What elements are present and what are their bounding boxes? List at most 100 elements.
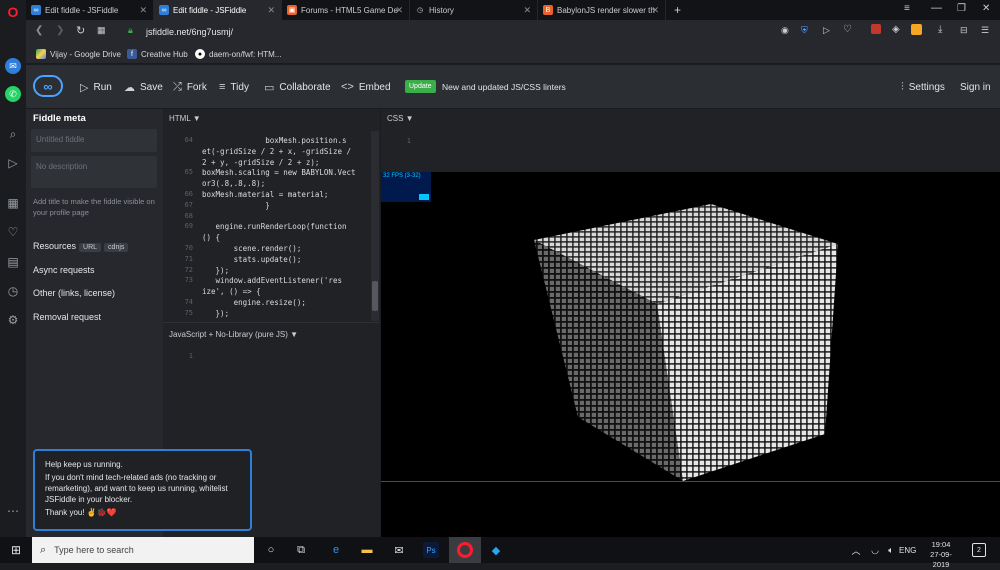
send-icon[interactable]: ▷ <box>5 155 21 171</box>
bookmark-item[interactable]: Vijay - Google Drive <box>36 47 121 61</box>
browser-tab[interactable]: B BabylonJS render slower th ✕ <box>538 0 666 20</box>
back-icon[interactable]: ❮ <box>35 25 43 36</box>
close-icon[interactable]: ✕ <box>139 5 147 16</box>
removal-request-link[interactable]: Removal request <box>33 312 101 322</box>
code-line[interactable]: engine.runRenderLoop(function <box>202 222 347 231</box>
signin-link[interactable]: Sign in <box>960 80 991 94</box>
toggle-icon[interactable]: ⊟ <box>960 25 968 36</box>
code-line[interactable]: window.addEventListener('res <box>202 276 342 285</box>
cortana-icon[interactable]: ○ <box>263 542 279 558</box>
settings-icon[interactable]: ⚙ <box>5 312 21 328</box>
code-line[interactable]: engine.resize(); <box>202 298 306 307</box>
code-line[interactable]: scene.render(); <box>202 244 302 253</box>
bookmark-item[interactable]: ● daem-on/fwf: HTM... <box>195 47 281 61</box>
other-links-link[interactable]: Other (links, license) <box>33 288 115 298</box>
easy-setup-icon[interactable]: ☰ <box>981 25 989 36</box>
edge-icon[interactable]: e <box>328 542 344 558</box>
code-line[interactable]: et(-gridSize / 2 + x, -gridSize / <box>202 147 351 156</box>
code-line[interactable]: 2 + y, -gridSize / 2 + z); <box>202 158 319 167</box>
file-explorer-icon[interactable]: ▬ <box>359 542 375 558</box>
close-icon[interactable]: ✕ <box>651 5 659 16</box>
bookmark-item[interactable]: f Creative Hub <box>127 47 188 61</box>
html-panel-label[interactable]: HTML ▼ <box>169 114 201 123</box>
reload-icon[interactable]: ↻ <box>76 24 85 37</box>
chevron-up-icon[interactable]: ︿ <box>848 542 864 558</box>
code-line[interactable]: } <box>202 201 270 210</box>
code-line[interactable]: stats.update(); <box>202 255 302 264</box>
notification-icon[interactable]: 2 <box>972 543 986 557</box>
title-input[interactable]: Untitled fiddle <box>31 129 157 152</box>
browser-tab-active[interactable]: ∞ Edit fiddle - JSFiddle ✕ <box>154 0 282 20</box>
download-icon[interactable]: ⤓ <box>938 24 942 35</box>
more-icon[interactable]: ⋯ <box>5 503 21 519</box>
code-line[interactable]: boxMesh.material = material; <box>202 190 328 199</box>
result-canvas[interactable]: 32 FPS (3-32) <box>381 172 1000 537</box>
mail-icon[interactable]: ✉ <box>391 542 407 558</box>
taskbar-search[interactable]: ⌕ Type here to search <box>32 537 254 563</box>
collaborate-button[interactable]: ▭ Collaborate <box>264 80 331 94</box>
close-icon[interactable]: ✕ <box>523 5 531 16</box>
tabs-overview-icon[interactable]: ▦ <box>97 25 106 36</box>
adblock-icon[interactable]: ⛨ <box>801 25 808 36</box>
task-view-icon[interactable]: ⧉ <box>293 542 309 558</box>
extension-icon[interactable] <box>871 24 881 34</box>
history-icon[interactable]: ◷ <box>5 283 21 299</box>
close-window-icon[interactable]: ✕ <box>982 3 990 14</box>
html-panel[interactable]: HTML ▼ 64 boxMesh.position.s et(-gridSize… <box>163 109 380 322</box>
language-indicator[interactable]: ENG <box>899 546 916 555</box>
heart-icon[interactable]: ♡ <box>5 224 21 240</box>
async-requests-link[interactable]: Async requests <box>33 265 95 275</box>
minimize-icon[interactable]: — <box>931 2 942 14</box>
whatsapp-icon[interactable]: ✆ <box>5 86 21 102</box>
photoshop-icon[interactable]: Ps <box>423 542 439 558</box>
settings-button[interactable]: ⫶ Settings <box>901 80 945 94</box>
search-icon[interactable]: ⌕ <box>5 126 21 142</box>
browser-tab[interactable]: ∞ Edit fiddle - JSFiddle ✕ <box>26 0 154 20</box>
heart-icon[interactable]: ♡ <box>843 24 852 35</box>
clock[interactable]: 19:04 27-09-2019 <box>922 540 960 570</box>
tab-menu-icon[interactable]: ≡ <box>904 3 910 14</box>
vscode-icon[interactable]: ◆ <box>488 542 504 558</box>
messenger-icon[interactable]: ✉ <box>5 58 21 74</box>
code-editor[interactable]: 64 boxMesh.position.s et(-gridSize / 2 + … <box>163 134 369 322</box>
code-line[interactable]: () { <box>202 233 220 242</box>
opera-logo-icon[interactable]: O <box>5 4 21 20</box>
url-text[interactable]: jsfiddle.net/6ng7usmj/ <box>146 27 233 37</box>
browser-tab[interactable]: ▣ Forums - HTML5 Game De ✕ <box>282 0 410 20</box>
send-icon[interactable]: ▷ <box>823 25 830 36</box>
extension-orange-icon[interactable] <box>911 24 922 35</box>
embed-button[interactable]: <> Embed <box>341 80 391 94</box>
code-line[interactable]: ize', () => { <box>202 287 261 296</box>
jsfiddle-logo-icon[interactable]: ∞ <box>33 75 63 97</box>
code-line[interactable]: }); <box>202 309 230 318</box>
volume-icon[interactable]: 🔈︎ <box>883 542 899 558</box>
browser-tab[interactable]: ◷ History ✕ <box>410 0 538 20</box>
code-line[interactable]: boxMesh.position.s <box>202 136 346 145</box>
save-button[interactable]: ☁ Save <box>124 80 163 94</box>
code-line[interactable]: or3(.8,.8,.8); <box>202 179 265 188</box>
news-icon[interactable]: ▤ <box>5 254 21 270</box>
close-icon[interactable]: ✕ <box>267 5 275 16</box>
forward-icon[interactable]: ❯ <box>56 25 64 36</box>
run-button[interactable]: ▷ Run <box>80 80 112 94</box>
taskbar-opera-active[interactable] <box>449 537 481 563</box>
css-panel[interactable]: CSS ▼ 1 <box>381 109 1000 172</box>
speed-dial-icon[interactable]: ▦ <box>5 195 21 211</box>
vpn-icon[interactable]: ◈ <box>892 24 900 35</box>
close-icon[interactable]: ✕ <box>395 5 403 16</box>
maximize-icon[interactable]: ❐ <box>957 3 966 14</box>
fork-button[interactable]: ⤮ Fork <box>173 80 207 94</box>
network-icon[interactable]: ◡ <box>867 542 883 558</box>
scrollbar[interactable] <box>371 131 379 321</box>
windows-start-icon[interactable]: ⊞ <box>8 542 24 558</box>
code-line[interactable]: }); <box>202 266 230 275</box>
tidy-button[interactable]: ≡ Tidy <box>219 80 249 94</box>
description-input[interactable]: No description <box>31 156 157 188</box>
code-line[interactable]: boxMesh.scaling = new BABYLON.Vect <box>202 168 356 177</box>
js-panel-label[interactable]: JavaScript + No-Library (pure JS) ▼ <box>169 330 298 339</box>
new-tab-button[interactable]: + <box>674 3 681 17</box>
update-text[interactable]: New and updated JS/CSS linters <box>442 82 566 92</box>
camera-icon[interactable]: ◉ <box>781 25 789 36</box>
resources-link[interactable]: Resources URL cdnjs <box>33 241 129 252</box>
css-panel-label[interactable]: CSS ▼ <box>387 114 414 123</box>
